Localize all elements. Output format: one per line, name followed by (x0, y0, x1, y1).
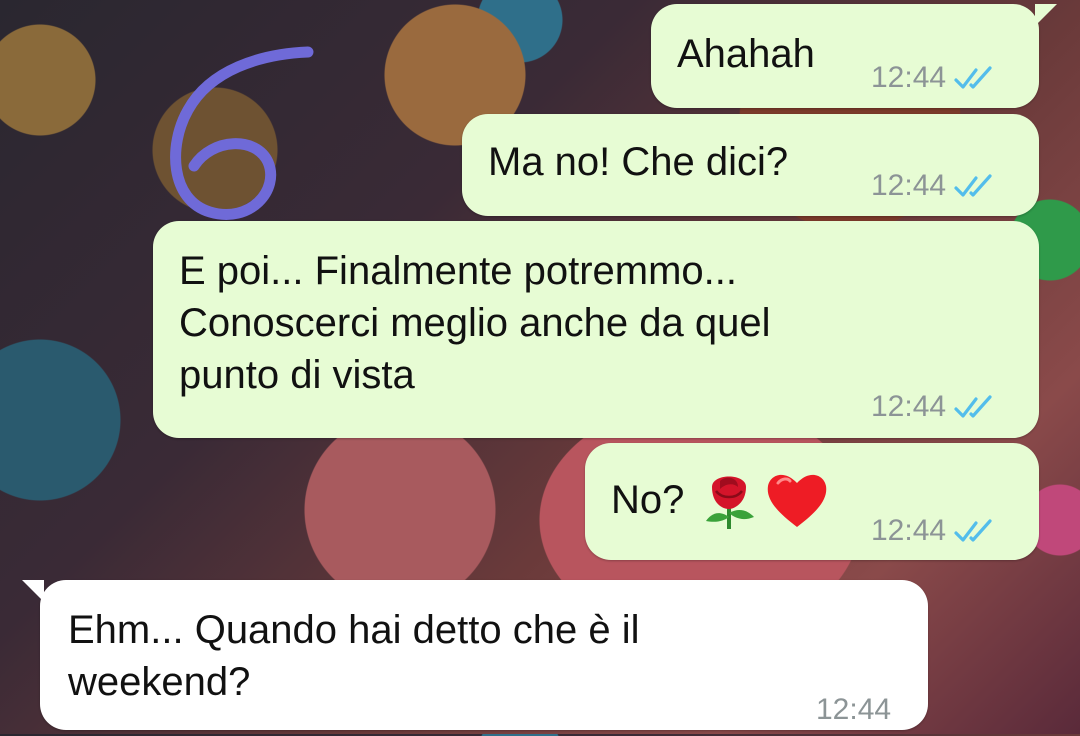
double-check-read-icon (954, 174, 992, 197)
message-content: No? (611, 469, 830, 531)
message-text: Ma no! Che dici? (488, 140, 789, 184)
message-meta: 12:44 (871, 505, 996, 557)
message-bubble-incoming[interactable]: Ehm... Quando hai detto che è il weekend… (22, 580, 928, 730)
message-timestamp: 12:44 (871, 390, 947, 423)
message-text: E poi... Finalmente potremmo... Conoscer… (179, 249, 771, 397)
bubble-tail (1035, 4, 1057, 26)
message-text: Ehm... Quando hai detto che è il weekend… (68, 608, 640, 704)
message-timestamp: 12:44 (816, 693, 892, 726)
message-meta: 12:44 (871, 160, 996, 212)
message-timestamp: 12:44 (871, 61, 947, 94)
message-text: No? (611, 478, 685, 522)
message-timestamp: 12:44 (871, 514, 947, 547)
bubble-tail (22, 580, 44, 602)
message-meta: 12:44 (816, 684, 891, 736)
message-meta: 12:44 (871, 52, 996, 104)
rose-emoji (706, 476, 755, 529)
message-text: Ahahah (677, 32, 815, 76)
message-meta: 12:44 (871, 381, 996, 433)
hand-drawn-six-annotation (170, 46, 314, 220)
message-bubble-outgoing[interactable]: E poi... Finalmente potremmo... Conoscer… (153, 221, 1039, 438)
double-check-read-icon (954, 395, 992, 418)
message-bubble-outgoing[interactable]: Ahahah 12:44 (651, 4, 1057, 108)
message-bubble-outgoing[interactable]: No? 12:44 (585, 443, 1039, 560)
double-check-read-icon (954, 66, 992, 89)
message-bubble-outgoing[interactable]: Ma no! Che dici? 12:44 (462, 114, 1039, 216)
double-check-read-icon (954, 519, 992, 542)
red-heart-emoji (768, 474, 827, 527)
message-timestamp: 12:44 (871, 169, 947, 202)
